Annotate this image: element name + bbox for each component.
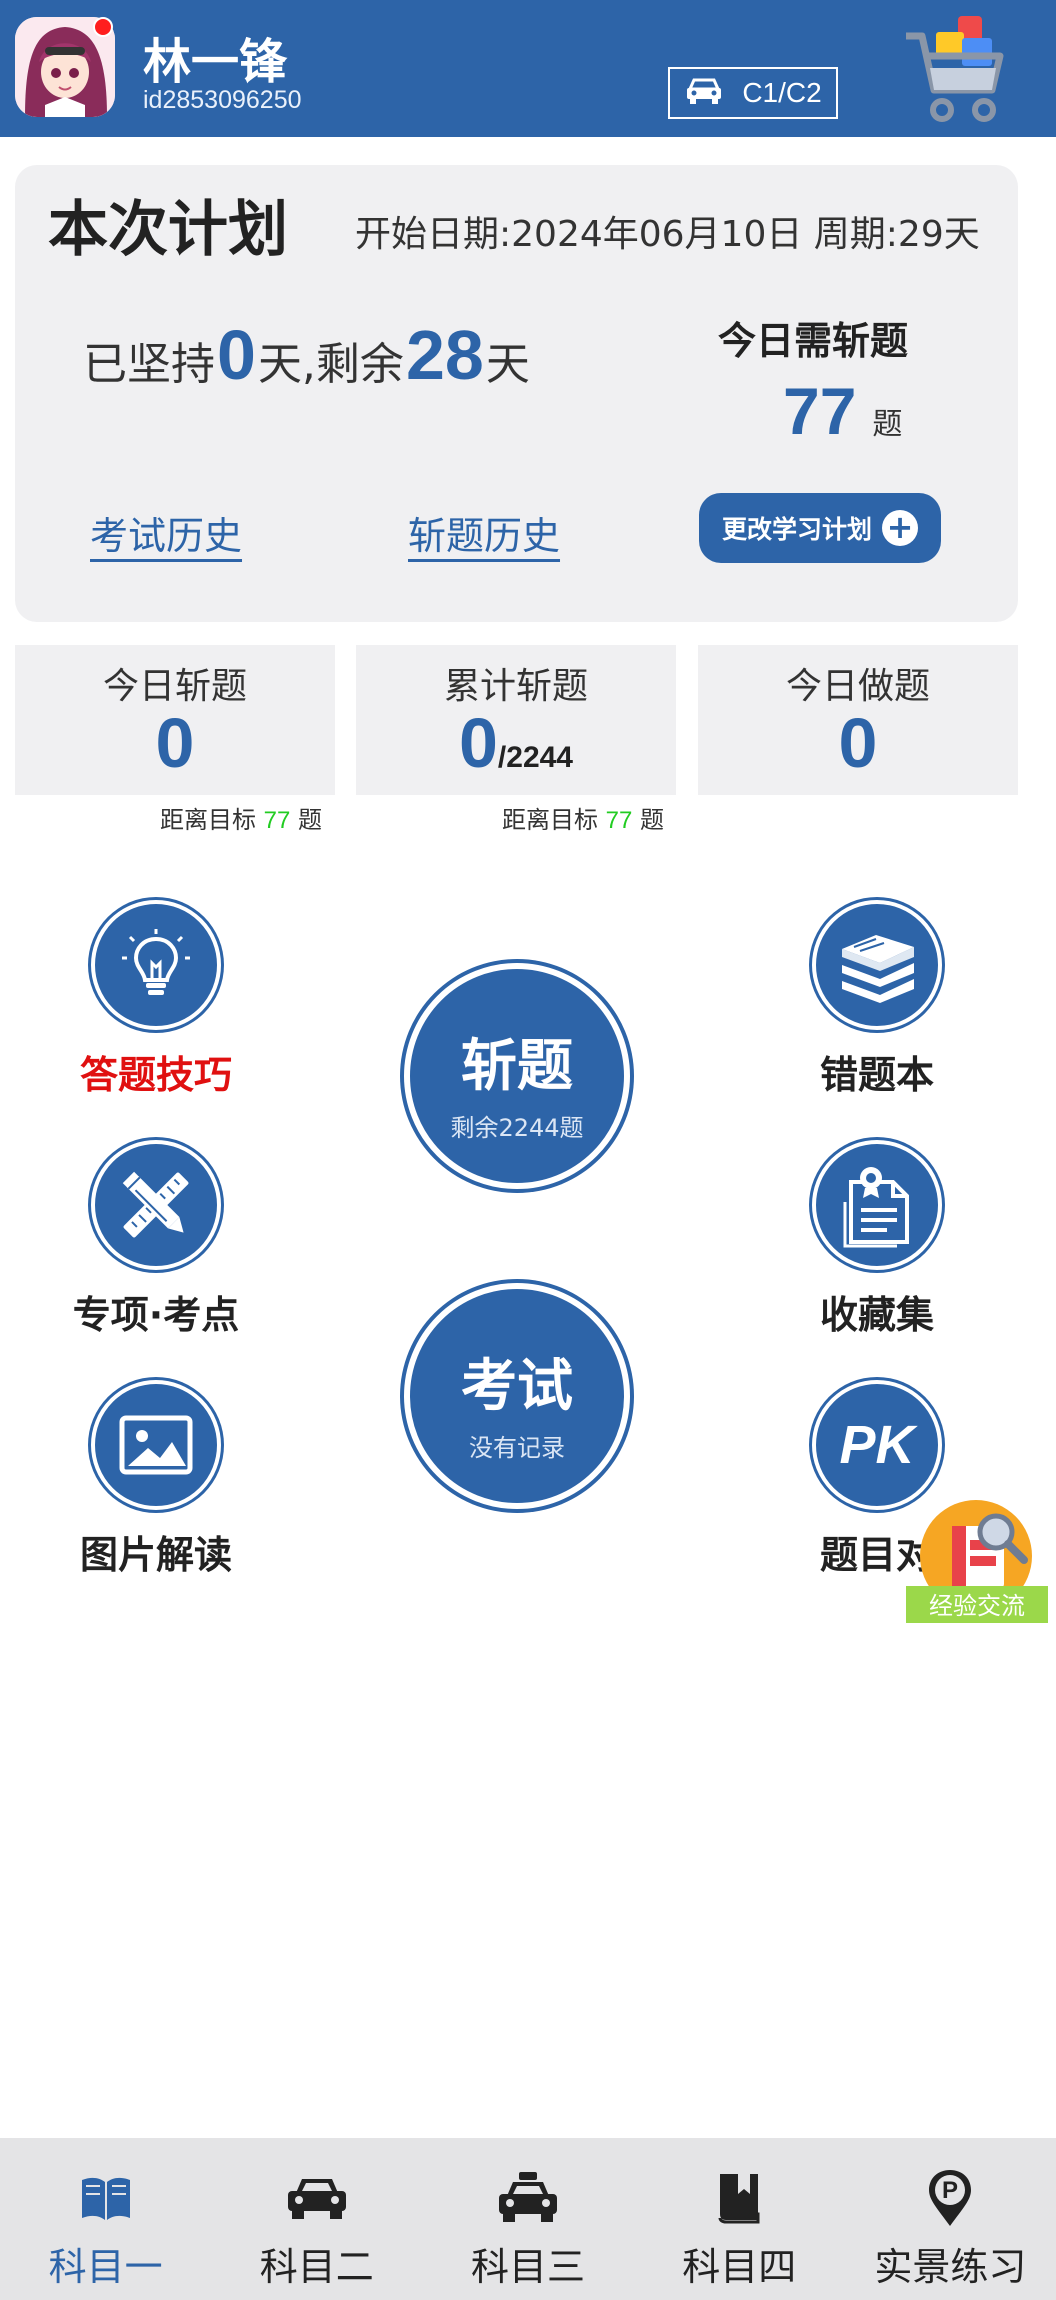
goal-prefix: 距离目标: [160, 806, 256, 834]
stat-label: 今日做题: [785, 666, 930, 707]
persist-days: 0: [217, 316, 256, 394]
picture-icon: [91, 1380, 221, 1510]
lightbulb-icon: [91, 900, 221, 1030]
today-need-label: 今日需斩题: [718, 319, 909, 363]
clipboard-magnifier-icon: 经验交流: [906, 1500, 1048, 1623]
nav-item-subject-one[interactable]: 科目一: [0, 2138, 211, 2300]
car-icon: [211, 2168, 422, 2228]
nav-item-subject-two[interactable]: 科目二: [211, 2138, 422, 2300]
app-header: 林一锋 id2853096250 C1/C2: [0, 0, 1056, 137]
slay-subtitle: 剩余2244题: [450, 1114, 584, 1142]
goal-prefix: 距离目标: [502, 806, 598, 834]
experience-exchange-float[interactable]: 经验交流: [906, 1498, 1048, 1623]
today-need-value: 77 题: [783, 373, 902, 449]
topic-points-button[interactable]: 专项·考点: [56, 1140, 256, 1339]
location-pin-icon: P: [845, 2168, 1056, 2228]
car-icon: [684, 75, 724, 112]
stat-value: 0/2244: [356, 703, 676, 783]
goal-value: 77: [605, 807, 633, 834]
slay-title: 斩题: [461, 1034, 573, 1099]
stat-today-slay: 今日斩题 0: [15, 645, 335, 795]
goal-distance: 距离目标 77 题: [502, 800, 664, 835]
nav-item-live-practice[interactable]: P 实景练习: [845, 2138, 1056, 2300]
stat-value: 0: [838, 704, 878, 782]
nav-label: 科目二: [259, 2245, 374, 2289]
stat-value-number: 0: [458, 704, 498, 782]
image-reading-label: 图片解读: [79, 1533, 232, 1577]
topic-points-label: 专项·考点: [72, 1293, 240, 1337]
stat-value: 0: [155, 704, 195, 782]
exam-history-link[interactable]: 考试历史: [90, 505, 242, 560]
nav-label: 科目一: [48, 2245, 163, 2289]
today-need-unit: 题: [872, 407, 903, 442]
answer-tips-label: 答题技巧: [79, 1053, 232, 1097]
nav-label: 科目三: [471, 2245, 586, 2289]
persist-suffix: 天: [485, 339, 530, 390]
book-icon: [0, 2168, 211, 2228]
stat-label: 累计斩题: [443, 666, 588, 707]
user-id: id2853096250: [143, 86, 302, 114]
exam-title: 考试: [461, 1354, 573, 1419]
stat-total-slay: 累计斩题 0/2244: [356, 645, 676, 795]
goal-unit: 题: [297, 806, 322, 834]
goal-value: 77: [263, 807, 291, 834]
plan-start-date: 开始日期:2024年06月10日 周期:29天: [355, 214, 980, 255]
notification-dot: [93, 17, 113, 37]
taxi-icon: [422, 2168, 633, 2228]
bookmark-book-icon: [634, 2168, 845, 2228]
certificate-document-icon: [812, 1140, 942, 1270]
wrong-book-label: 错题本: [819, 1053, 934, 1097]
persist-prefix: 已坚持: [83, 339, 215, 390]
favorites-button[interactable]: 收藏集: [777, 1140, 977, 1339]
stat-today-done: 今日做题 0: [698, 645, 1018, 795]
wrong-book-button[interactable]: 错题本: [777, 900, 977, 1099]
pencil-ruler-icon: [91, 1140, 221, 1270]
slay-questions-button[interactable]: 斩题 剩余2244题: [404, 963, 630, 1189]
plus-icon: +: [882, 510, 918, 546]
change-plan-label: 更改学习计划: [721, 515, 872, 544]
plan-title: 本次计划: [48, 195, 288, 265]
image-reading-button[interactable]: 图片解读: [56, 1380, 256, 1579]
pk-icon: PK: [812, 1380, 942, 1510]
stat-total: /2244: [497, 741, 573, 774]
slay-history-link[interactable]: 斩题历史: [408, 505, 560, 560]
experience-exchange-label: 经验交流: [929, 1592, 1025, 1620]
change-plan-button[interactable]: 更改学习计划 +: [699, 493, 941, 563]
book-stack-icon: [812, 900, 942, 1030]
today-need-number: 77: [783, 374, 857, 448]
svg-text:P: P: [942, 2177, 958, 2204]
persist-days-text: 已坚持 0 天,剩余 28 天: [83, 315, 530, 395]
user-name: 林一锋: [143, 34, 288, 90]
shopping-cart-icon[interactable]: [900, 10, 1010, 128]
nav-item-subject-three[interactable]: 科目三: [422, 2138, 633, 2300]
svg-text:PK: PK: [839, 1415, 918, 1475]
bottom-nav: 科目一 科目二 科目三 科目四 P 实景练习: [0, 2138, 1056, 2300]
nav-label: 实景练习: [874, 2245, 1027, 2289]
study-plan-card: 本次计划 开始日期:2024年06月10日 周期:29天 已坚持 0 天,剩余 …: [15, 165, 1018, 622]
goal-distance: 距离目标 77 题: [160, 800, 322, 835]
license-type-button[interactable]: C1/C2: [668, 67, 838, 119]
license-type-label: C1/C2: [742, 77, 822, 108]
exam-button[interactable]: 考试 没有记录: [404, 1283, 630, 1509]
favorites-label: 收藏集: [819, 1293, 934, 1337]
stat-label: 今日斩题: [102, 666, 247, 707]
goal-unit: 题: [639, 806, 664, 834]
remaining-days: 28: [405, 316, 484, 394]
persist-mid: 天,剩余: [257, 339, 404, 390]
nav-item-subject-four[interactable]: 科目四: [634, 2138, 845, 2300]
nav-label: 科目四: [682, 2245, 797, 2289]
exam-subtitle: 没有记录: [469, 1434, 565, 1462]
answer-tips-button[interactable]: 答题技巧: [56, 900, 256, 1099]
